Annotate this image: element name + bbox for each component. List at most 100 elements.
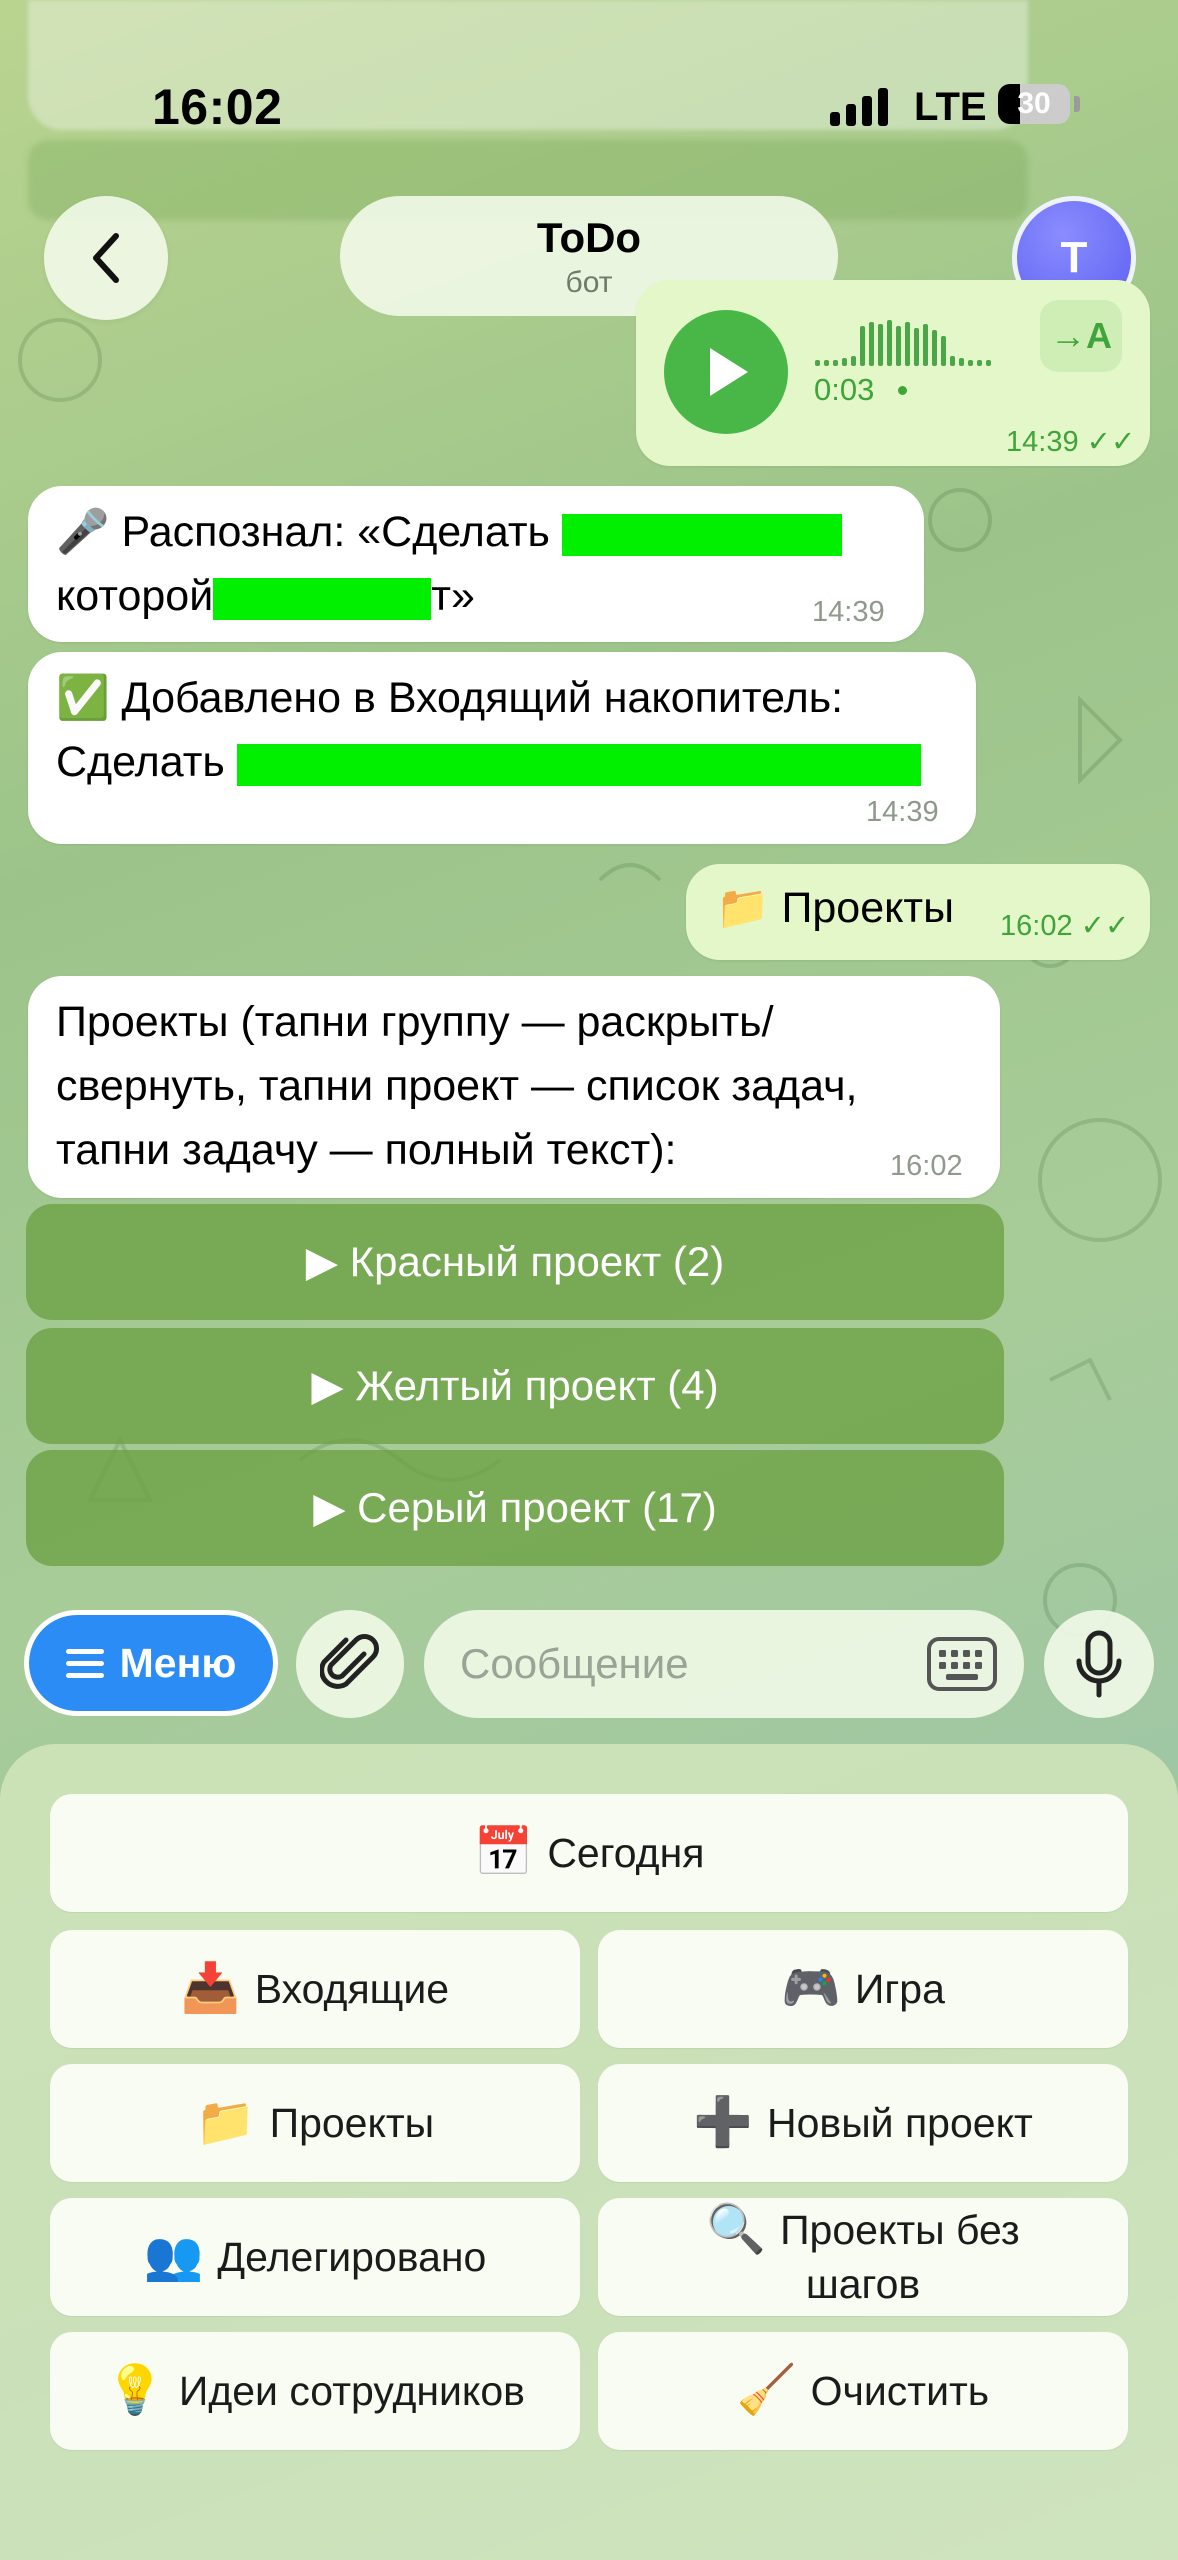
recognized-text-start: 🎤 Распознал: «Сделать [56,508,550,556]
waveform-bar [824,360,829,366]
waveform [815,318,991,366]
magnifier-icon: 🔍 [706,2203,767,2256]
inbox-button[interactable]: 📥 Входящие [50,1930,580,2048]
inline-button-yellow-project[interactable]: ▶ Желтый проект (4) [26,1328,1004,1444]
projects-without-steps-button[interactable]: 🔍 Проекты без шагов [598,2198,1128,2316]
clear-button[interactable]: 🧹 Очистить [598,2332,1128,2450]
transcribe-button[interactable]: →A [1040,300,1122,372]
waveform-bar [833,360,838,366]
message-time: 14:39 [866,796,939,828]
projects-command-text: 📁 Проекты [716,884,955,932]
inbox-label: Входящие [254,1966,450,2012]
battery-icon: 30 [998,84,1070,124]
play-icon [710,348,748,396]
inline-button-gray-project[interactable]: ▶ Серый проект (17) [26,1450,1004,1566]
redaction-block [213,577,432,620]
waveform-bar [986,360,991,366]
network-type: LTE [914,85,987,129]
clear-label: Очистить [810,2368,990,2414]
message-time: 16:02 [1000,910,1073,942]
delegated-label: Делегировано [217,2234,487,2280]
waveform-bar [950,356,955,366]
waveform-bar [914,328,919,366]
inbox-tray-icon: 📥 [180,1962,241,2015]
play-button[interactable] [664,310,788,434]
waveform-bar [815,360,820,366]
read-checkmarks-icon: ✓✓ [1086,426,1136,458]
waveform-bar [968,360,973,366]
projects-reply-message: Проекты (тапни группу — раскрыть/ сверну… [28,976,1000,1198]
microphone-button[interactable] [1044,1610,1154,1718]
projects-button[interactable]: 📁 Проекты [50,2064,580,2182]
waveform-bar [977,360,982,366]
reply-line3: тапни задачу — полный текст): [56,1126,677,1174]
menu-icon [65,1649,104,1678]
projects-without-steps-label-2: шагов [805,2261,921,2307]
status-bar: 16:02 LTE 30 [0,0,1178,135]
back-button[interactable] [44,196,168,320]
recognized-message: 🎤 Распознал: «Сделать которой т» [28,486,924,642]
waveform-bar [869,322,874,366]
battery-level: 30 [1017,87,1051,120]
message-time: 14:39 [812,596,885,628]
broom-icon: 🧹 [736,2364,797,2417]
signal-icon [830,88,888,126]
reply-line1: Проекты (тапни группу — раскрыть/ [56,998,774,1046]
voice-time: 14:39 ✓✓ [1006,424,1135,459]
message-time: 16:02 [890,1150,963,1182]
added-line1: ✅ Добавлено в Входящий накопитель: [56,674,844,722]
waveform-bar [887,320,892,366]
folder-icon: 📁 [195,2096,256,2149]
projects-command-time: 16:02 ✓✓ [1000,908,1129,943]
inline-button-red-project[interactable]: ▶ Красный проект (2) [26,1204,1004,1320]
read-checkmarks-icon: ✓✓ [1080,910,1130,942]
chat-name: ToDo [536,214,642,261]
projects-without-steps-label-1: Проекты без [780,2207,1020,2253]
employee-ideas-label: Идеи сотрудников [178,2368,525,2414]
plus-icon: ➕ [693,2096,753,2149]
voice-duration: 0:03 [814,372,875,407]
status-time: 16:02 [152,79,283,135]
waveform-bar [896,326,901,366]
waveform-bar [941,336,946,366]
microphone-icon [1076,1630,1122,1698]
gamepad-icon: 🎮 [781,1962,841,2015]
projects-label: Проекты [269,2100,435,2146]
waveform-bar [923,324,928,366]
new-project-button[interactable]: ➕ Новый проект [598,2064,1128,2182]
game-button[interactable]: 🎮 Игра [598,1930,1128,2048]
added-message: ✅ Добавлено в Входящий накопитель: Сдела… [28,652,976,844]
menu-label: Меню [119,1639,237,1686]
people-icon: 👥 [143,2230,204,2283]
message-time: 14:39 [1006,426,1079,458]
today-button[interactable]: 📅 Сегодня [50,1794,1128,1912]
paperclip-icon [320,1634,379,1689]
keyboard-icon[interactable] [926,1636,998,1692]
redaction-block [236,743,921,786]
today-label: Сегодня [547,1830,705,1876]
menu-button[interactable]: Меню [24,1610,278,1716]
waveform-bar [860,326,865,366]
message-input[interactable]: Сообщение [424,1610,1024,1718]
game-label: Игра [854,1966,945,2012]
unplayed-dot [898,386,907,395]
redaction-block [561,513,842,556]
lightbulb-icon: 💡 [105,2364,165,2417]
employee-ideas-button[interactable]: 💡 Идеи сотрудников [50,2332,580,2450]
message-placeholder: Сообщение [460,1640,689,1687]
waveform-bar [905,322,910,366]
new-project-label: Новый проект [767,2100,1033,2146]
delegated-button[interactable]: 👥 Делегировано [50,2198,580,2316]
waveform-bar [878,324,883,366]
attach-button[interactable] [296,1610,404,1718]
battery-tip [1074,96,1080,112]
added-line2-start: Сделать [56,738,225,786]
waveform-bar [842,358,847,366]
recognized-line2-start: которой [56,572,214,620]
waveform-bar [932,330,937,366]
reply-line2: свернуть, тапни проект — список задач, [56,1062,858,1110]
recognized-line2-end: т» [431,572,475,620]
calendar-icon: 📅 [473,1826,534,1879]
waveform-bar [959,358,964,366]
chevron-left-icon [93,233,119,283]
